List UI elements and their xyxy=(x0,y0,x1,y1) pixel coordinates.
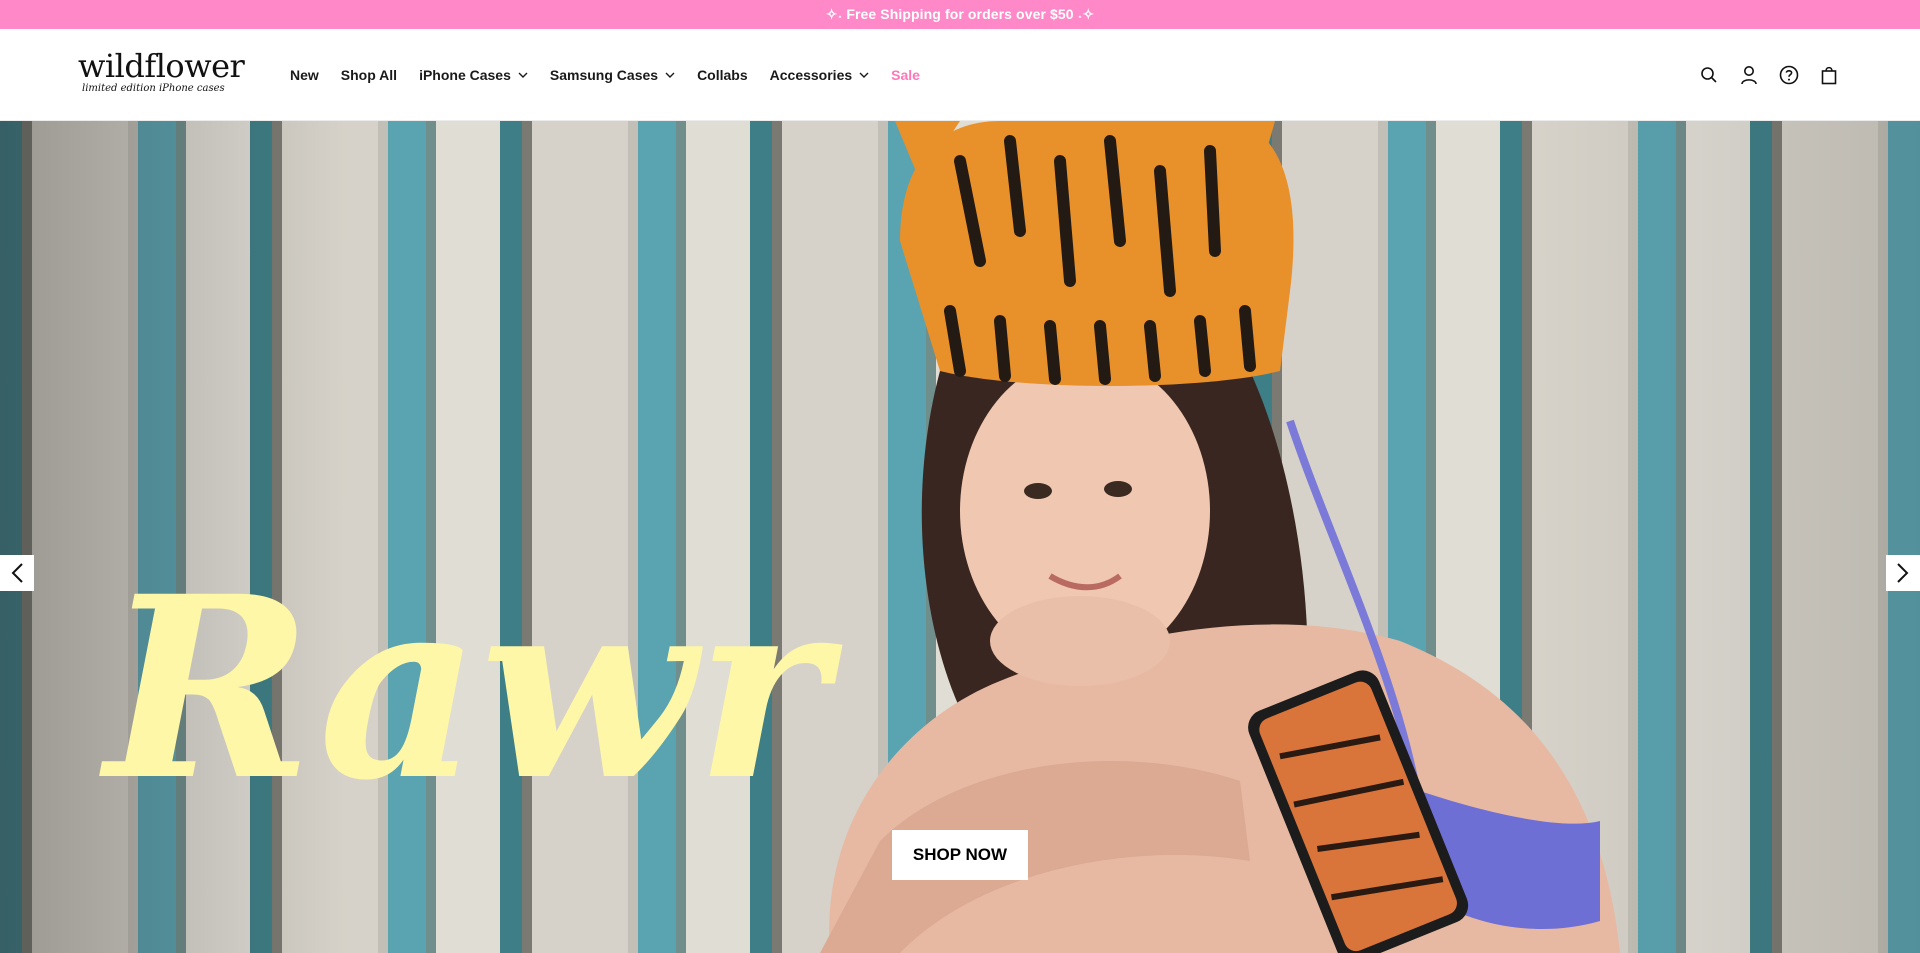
cart-icon[interactable] xyxy=(1818,64,1840,86)
nav-label: iPhone Cases xyxy=(419,67,511,83)
search-icon[interactable] xyxy=(1698,64,1720,86)
nav-label: Shop All xyxy=(340,67,398,83)
header-icons xyxy=(1698,29,1840,121)
nav-item-iphone-cases[interactable]: iPhone Cases xyxy=(419,67,528,83)
slideshow-prev-button[interactable] xyxy=(0,555,34,591)
nav-item-sale[interactable]: Sale xyxy=(891,67,920,83)
nav-label: New xyxy=(290,67,319,83)
nav-item-collabs[interactable]: Collabs xyxy=(697,67,748,83)
nav-item-accessories[interactable]: Accessories xyxy=(770,67,870,83)
chevron-left-icon xyxy=(11,563,23,583)
nav-item-shop-all[interactable]: Shop All xyxy=(341,67,397,83)
nav-label: Accessories xyxy=(769,67,853,83)
chevron-down-icon xyxy=(665,72,675,78)
account-icon[interactable] xyxy=(1738,64,1760,86)
hero-model-image: Rawr xyxy=(99,121,1620,953)
nav-item-new[interactable]: New xyxy=(290,67,319,83)
shop-now-button[interactable]: SHOP NOW xyxy=(892,830,1028,880)
nav-label: Sale xyxy=(891,67,920,83)
main-nav: New Shop All iPhone Cases Samsung Cases … xyxy=(290,29,942,121)
logo-wordmark: wildflower xyxy=(78,47,245,85)
chevron-right-icon xyxy=(1897,563,1909,583)
brand-logo[interactable]: wildflower limited edition iPhone cases xyxy=(78,47,245,103)
nav-label: Samsung Cases xyxy=(549,67,659,83)
nav-label: Collabs xyxy=(697,67,748,83)
logo-tagline: limited edition iPhone cases xyxy=(82,83,225,94)
announcement-text: ✧˖ Free Shipping for orders over $50 ˖✧ xyxy=(825,6,1095,22)
help-icon[interactable] xyxy=(1778,64,1800,86)
chevron-down-icon xyxy=(518,72,528,78)
nav-item-samsung-cases[interactable]: Samsung Cases xyxy=(550,67,675,83)
announcement-bar: ✧˖ Free Shipping for orders over $50 ˖✧ xyxy=(0,0,1920,29)
site-header: wildflower limited edition iPhone cases … xyxy=(0,29,1920,121)
chevron-down-icon xyxy=(859,72,869,78)
slideshow-next-button[interactable] xyxy=(1886,555,1920,591)
hero-headline: Rawr xyxy=(99,541,843,835)
hero-slideshow: Rawr SHOP NOW xyxy=(0,121,1920,953)
